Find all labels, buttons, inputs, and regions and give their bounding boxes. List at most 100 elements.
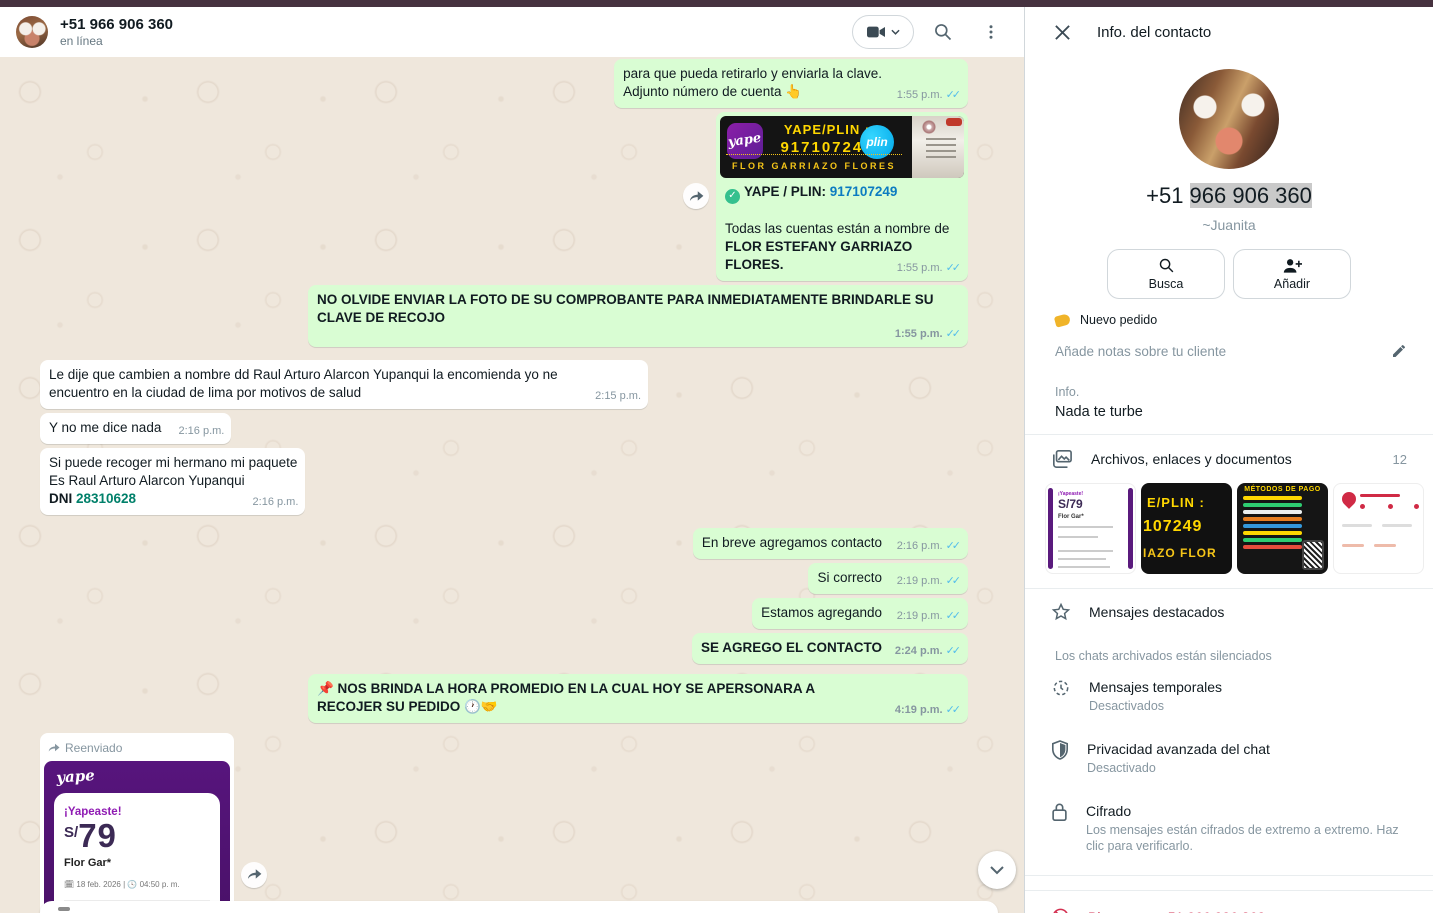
message-text: NO OLVIDE ENVIAR LA FOTO DE SU COMPROBAN… [317, 292, 934, 325]
disappearing-messages-row[interactable]: Mensajes temporales Desactivados [1025, 665, 1433, 727]
message-text: Le dije que cambien a nombre dd Raul Art… [49, 367, 558, 400]
window-titlebar [0, 0, 1433, 7]
disappearing-status: Desactivados [1089, 698, 1222, 714]
contact-avatar-large[interactable] [1179, 69, 1279, 169]
caption-line: Todas las cuentas están a nombre de [725, 220, 959, 238]
phone-link[interactable]: 917107249 [830, 184, 898, 199]
customer-notes-field[interactable]: Añade notas sobre tu cliente [1025, 327, 1433, 359]
message-time: 1:55 p.m. [895, 325, 943, 343]
message-time: 1:55 p.m. [897, 259, 943, 277]
privacy-status: Desactivado [1087, 760, 1270, 776]
receipt-amount: S/79 [64, 824, 210, 852]
contact-avatar-small[interactable] [16, 16, 48, 48]
encryption-row[interactable]: Cifrado Los mensajes están cifrados de e… [1025, 789, 1433, 867]
scroll-to-bottom-button[interactable] [978, 851, 1016, 889]
media-count: 12 [1393, 452, 1407, 467]
message-row: para que pueda retirarlo y enviarla la c… [40, 59, 968, 108]
online-status: en línea [60, 34, 840, 49]
message-row: SE AGREGO EL CONTACTO 2:24 p.m.✓✓ [40, 633, 968, 664]
media-thumbnail-payment-methods[interactable]: MÉTODOS DE PAGO [1237, 483, 1328, 574]
forward-icon [48, 743, 60, 753]
label-name: Nuevo pedido [1080, 313, 1157, 327]
outgoing-message[interactable]: para que pueda retirarlo y enviarla la c… [614, 59, 968, 108]
about-value: Nada te turbe [1055, 404, 1403, 420]
forward-message-button[interactable] [683, 183, 709, 209]
incoming-message[interactable]: Le dije que cambien a nombre dd Raul Art… [40, 360, 648, 409]
menu-kebab-icon[interactable] [972, 13, 1010, 51]
message-row: Si correcto 2:19 p.m.✓✓ [40, 563, 968, 594]
media-links-docs-row[interactable]: Archivos, enlaces y documentos 12 [1025, 435, 1433, 481]
message-time: 4:19 p.m. [895, 701, 943, 719]
message-row: Reenviado yape ¡Yapeaste! S/79 Flor Gar*… [40, 733, 968, 913]
section-divider [1025, 875, 1433, 876]
outgoing-message[interactable]: 📌 NOS BRINDA LA HORA PROMEDIO EN LA CUAL… [308, 674, 968, 723]
chat-header-actions [852, 13, 1010, 51]
search-contact-button[interactable]: Busca [1107, 249, 1225, 299]
outgoing-message[interactable]: Si correcto 2:19 p.m.✓✓ [808, 563, 968, 594]
advanced-privacy-row[interactable]: Privacidad avanzada del chat Desactivado [1025, 727, 1433, 789]
incoming-message[interactable]: Si puede recoger mi hermano mi paquete E… [40, 448, 305, 515]
attach-plus-icon[interactable] [58, 907, 70, 911]
about-label: Info. [1055, 385, 1403, 399]
media-thumbnails: ¡Yapeaste! S/79 Flor Gar* E/PLIN : 10724… [1025, 481, 1433, 588]
lock-icon [1051, 802, 1068, 822]
message-row: NO OLVIDE ENVIAR LA FOTO DE SU COMPROBAN… [40, 285, 968, 347]
panel-header: Info. del contacto [1025, 7, 1433, 57]
qr-code [1302, 540, 1324, 570]
chat-title-block[interactable]: +51 966 906 360 en línea [60, 16, 840, 49]
chevron-down-icon [989, 865, 1005, 875]
read-receipt-icon: ✓✓ [946, 325, 961, 343]
close-icon[interactable] [1043, 13, 1081, 51]
starred-messages-row[interactable]: Mensajes destacados [1025, 589, 1433, 635]
block-label: Bloquear a +51 966 906 360 [1088, 909, 1265, 913]
message-time: 2:16 p.m. [253, 493, 299, 511]
message-time: 2:16 p.m. [178, 422, 224, 440]
privacy-title: Privacidad avanzada del chat [1087, 740, 1270, 758]
message-row: yape YAPE/PLIN : 917107249 plin FLOR GAR… [40, 112, 968, 281]
message-text: Adjunto número de cuenta 👆 [623, 83, 882, 101]
dni-link[interactable]: 28310628 [76, 491, 136, 506]
banner-red-corner [946, 118, 962, 126]
timer-icon [1051, 678, 1071, 698]
add-contact-button[interactable]: Añadir [1233, 249, 1351, 299]
pencil-icon[interactable] [1391, 343, 1407, 359]
person-add-icon [1283, 257, 1302, 274]
outgoing-message[interactable]: Estamos agregando 2:19 p.m.✓✓ [752, 598, 968, 629]
archived-muted-note: Los chats archivados están silenciados [1025, 635, 1433, 665]
business-label-row[interactable]: Nuevo pedido [1025, 299, 1433, 327]
yape-receipt-image[interactable]: yape ¡Yapeaste! S/79 Flor Gar* 🗓 18 feb.… [44, 761, 230, 913]
incoming-message[interactable]: Y no me dice nada 2:16 p.m. [40, 413, 231, 444]
whatsapp-app: +51 966 906 360 en línea para que p [0, 7, 1433, 913]
message-row: 📌 NOS BRINDA LA HORA PROMEDIO EN LA CUAL… [40, 674, 968, 723]
message-list[interactable]: para que pueda retirarlo y enviarla la c… [0, 57, 1024, 913]
contact-info-panel: Info. del contacto +51 966 906 360 ~Juan… [1025, 7, 1433, 913]
message-row: Si puede recoger mi hermano mi paquete E… [40, 448, 968, 515]
video-call-button[interactable] [852, 15, 914, 49]
media-thumbnail-yape-receipt[interactable]: ¡Yapeaste! S/79 Flor Gar* [1045, 483, 1136, 574]
check-circle-icon: ✓ [725, 189, 740, 204]
message-compose-bar[interactable] [40, 901, 998, 913]
search-in-chat-button[interactable] [924, 13, 962, 51]
add-button-label: Añadir [1274, 277, 1310, 291]
message-text: Estamos agregando [761, 605, 882, 620]
outgoing-message[interactable]: En breve agregamos contacto 2:16 p.m.✓✓ [693, 528, 968, 559]
read-receipt-icon: ✓✓ [946, 259, 961, 277]
outgoing-message[interactable]: NO OLVIDE ENVIAR LA FOTO DE SU COMPROBAN… [308, 285, 968, 347]
read-receipt-icon: ✓✓ [946, 86, 961, 104]
starred-label: Mensajes destacados [1089, 603, 1224, 621]
message-text: Si puede recoger mi hermano mi paquete [49, 454, 297, 472]
media-thumbnail-yape-plin-banner[interactable]: E/PLIN : 107249 IAZO FLOR [1141, 483, 1232, 574]
block-contact-row[interactable]: Bloquear a +51 966 906 360 [1025, 891, 1433, 913]
read-receipt-icon: ✓✓ [946, 701, 961, 719]
media-thumbnail-delivery-info[interactable] [1333, 483, 1424, 574]
read-receipt-icon: ✓✓ [946, 572, 961, 590]
outgoing-message[interactable]: SE AGREGO EL CONTACTO 2:24 p.m.✓✓ [692, 633, 968, 664]
incoming-forwarded-image-message[interactable]: Reenviado yape ¡Yapeaste! S/79 Flor Gar*… [40, 733, 234, 913]
read-receipt-icon: ✓✓ [946, 607, 961, 625]
outgoing-image-message[interactable]: yape YAPE/PLIN : 917107249 plin FLOR GAR… [716, 112, 968, 281]
message-text: En breve agregamos contacto [702, 535, 882, 550]
forwarded-label: Reenviado [44, 737, 230, 761]
forward-message-button[interactable] [241, 862, 267, 888]
message-time: 2:24 p.m. [895, 642, 943, 660]
yape-plin-banner-image[interactable]: yape YAPE/PLIN : 917107249 plin FLOR GAR… [720, 116, 964, 178]
